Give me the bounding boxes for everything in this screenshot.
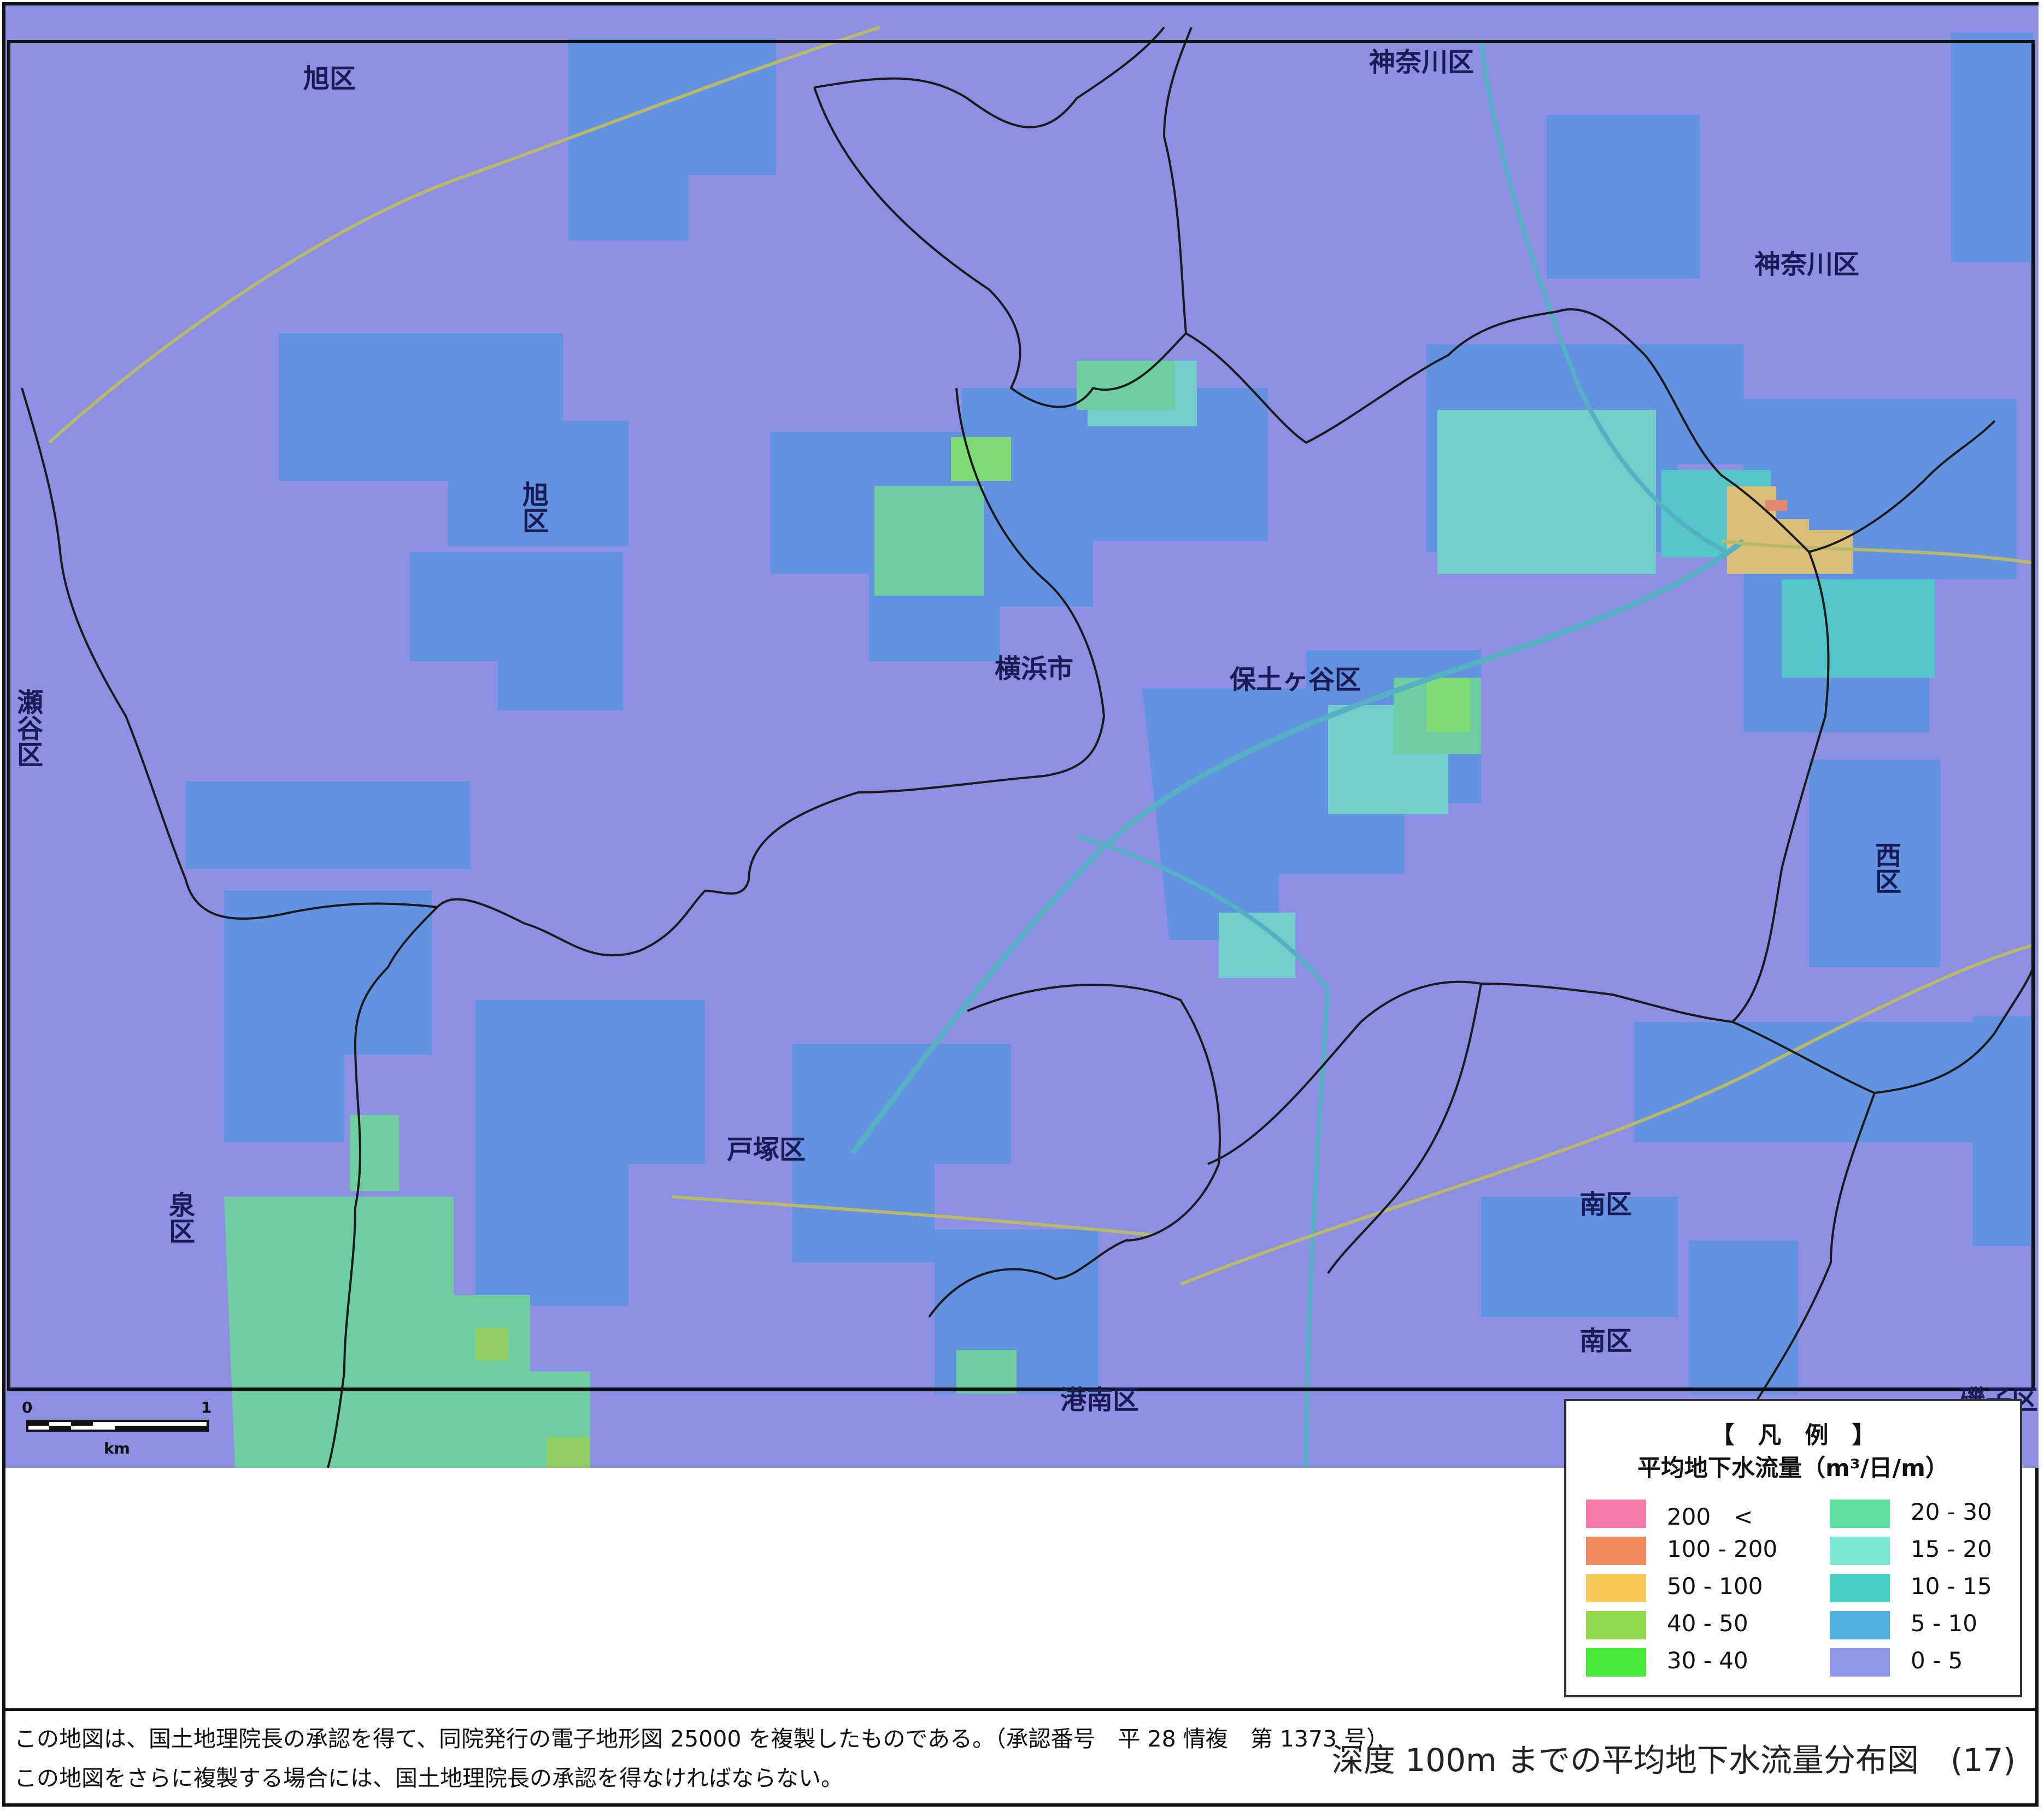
district-label: 横浜市: [995, 654, 1073, 684]
scale-end-label: 1: [201, 1398, 212, 1416]
legend-label: 50 - 100: [1667, 1573, 1763, 1600]
footer-divider: [5, 1708, 2036, 1711]
district-label: 南区: [1579, 1189, 1632, 1220]
legend-heading: 【 凡 例 】: [1711, 1422, 1876, 1449]
legend-item: 200 <: [1586, 1497, 1794, 1530]
legend-label: 100 - 200: [1667, 1536, 1778, 1562]
district-label: 旭区: [518, 481, 549, 533]
map-title: 深度 100m までの平均地下水流量分布図 (17): [1331, 1742, 2016, 1779]
patch-flow-40-50: [547, 1437, 590, 1468]
patch-flow-100-200: [1765, 500, 1787, 511]
legend-label: 30 - 40: [1667, 1647, 1748, 1674]
district-label: 泉区: [164, 1191, 195, 1244]
legend-item: 10 - 15: [1830, 1572, 2037, 1602]
groundwater-flow-map[interactable]: 旭区 神奈川区 神奈川区 旭区 瀬谷区 横浜市 保土ヶ谷区 西区 戸塚区 泉区 …: [5, 5, 2039, 1468]
legend-label: 0 - 5: [1911, 1647, 1963, 1674]
district-label: 神奈川区: [1369, 47, 1474, 78]
patch-flow-20-30: [874, 486, 984, 596]
patch-flow-30-40: [951, 437, 1011, 481]
patch-flow-15-20: [1437, 410, 1656, 574]
legend-item: 15 - 20: [1830, 1534, 2037, 1565]
patch-flow-5-10: [1547, 115, 1700, 279]
patch-flow-40-50: [475, 1328, 508, 1361]
patch-flow-10-15: [1782, 579, 1935, 678]
district-label: 保土ヶ谷区: [1230, 665, 1361, 695]
legend-swatch: [1586, 1611, 1646, 1639]
patch-flow-20-30: [956, 1350, 1017, 1393]
patch-flow-5-10: [1973, 1016, 2033, 1246]
legend-item: 20 - 30: [1830, 1497, 2037, 1528]
legend-item: 100 - 200: [1586, 1534, 1794, 1565]
legend-swatch: [1586, 1500, 1646, 1528]
legend-swatch: [1586, 1537, 1646, 1565]
district-label: 旭区: [303, 63, 356, 94]
legend-item: 0 - 5: [1830, 1646, 2037, 1677]
legend-panel: 【 凡 例 】 平均地下水流量（m³/日/m） 200 < 100 - 200 50…: [1564, 1399, 2022, 1697]
legend-swatch: [1586, 1574, 1646, 1602]
legend-swatch: [1830, 1574, 1890, 1602]
legend-item: 40 - 50: [1586, 1609, 1794, 1639]
legend-item: 5 - 10: [1830, 1609, 2037, 1639]
legend-swatch: [1830, 1648, 1890, 1677]
legend-label: 20 - 30: [1911, 1498, 1992, 1525]
scale-bar-segment: [27, 1421, 49, 1426]
reproduction-note: この地図をさらに複製する場合には、国土地理院長の承認を得なければならない。: [14, 1765, 843, 1791]
district-label: 港南区: [1060, 1385, 1139, 1415]
district-label: 瀬谷区: [12, 689, 43, 767]
legend-label: 200 <: [1667, 1503, 1753, 1530]
legend-title: 平均地下水流量（m³/日/m）: [1637, 1455, 1949, 1482]
scale-start-label: 0: [22, 1398, 32, 1416]
legend-swatch: [1830, 1500, 1890, 1528]
patch-flow-30-40: [1426, 678, 1470, 732]
scale-bar-segment: [115, 1426, 208, 1431]
district-label: 南区: [1579, 1326, 1632, 1356]
patch-flow-5-10: [1689, 1240, 1798, 1393]
legend-item: 50 - 100: [1586, 1572, 1794, 1602]
legend-swatch: [1830, 1611, 1890, 1639]
district-label: 神奈川区: [1754, 249, 1859, 280]
scale-unit-label: km: [104, 1439, 130, 1457]
legend-label: 40 - 50: [1667, 1610, 1748, 1637]
patch-flow-5-10: [1634, 1022, 1973, 1142]
legend-label: 10 - 15: [1911, 1573, 1992, 1600]
legend-label: 15 - 20: [1911, 1536, 1992, 1562]
legend-label: 5 - 10: [1911, 1610, 1978, 1637]
district-label: 戸塚区: [727, 1134, 806, 1165]
legend-swatch: [1586, 1648, 1646, 1677]
patch-flow-20-30: [350, 1115, 399, 1191]
scale-bar-segment: [49, 1426, 71, 1431]
legend-swatch: [1830, 1537, 1890, 1565]
patch-flow-5-10: [186, 781, 470, 869]
copyright-note: この地図は、国土地理院長の承認を得て、同院発行の電子地形図 25000 を複製し…: [14, 1726, 1389, 1752]
district-label: 西区: [1870, 842, 1901, 894]
scale-bar-segment: [71, 1421, 93, 1426]
patch-flow-5-10: [1951, 33, 2033, 262]
legend-item: 30 - 40: [1586, 1646, 1794, 1677]
